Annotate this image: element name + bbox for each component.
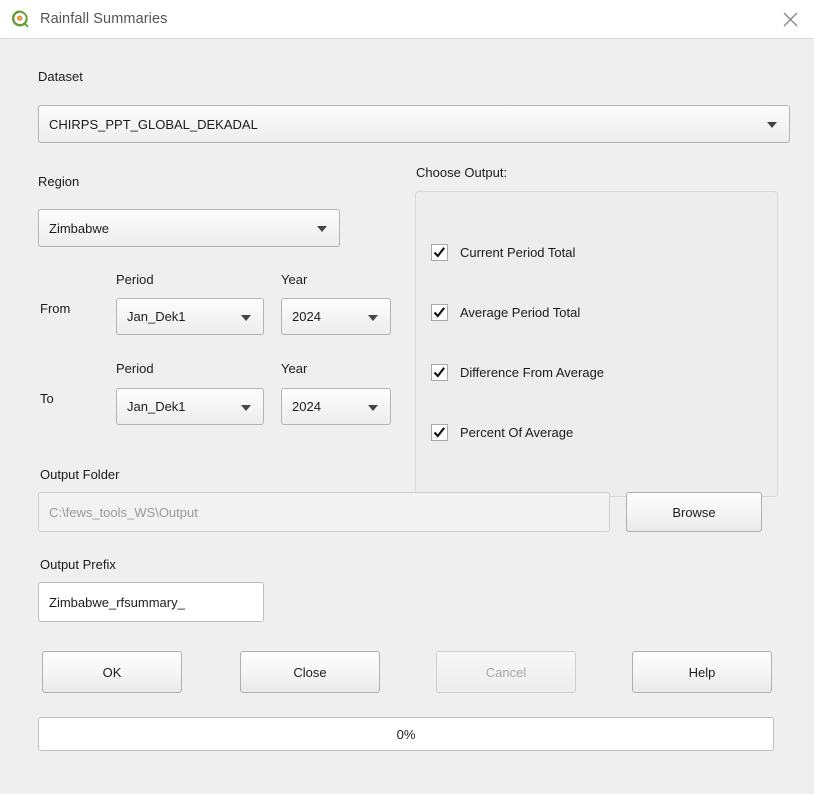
chevron-down-icon bbox=[317, 226, 327, 232]
help-button[interactable]: Help bbox=[632, 651, 772, 693]
checkbox-difference-from-average[interactable] bbox=[431, 364, 448, 381]
region-value: Zimbabwe bbox=[39, 221, 109, 236]
chevron-down-icon bbox=[368, 405, 378, 411]
browse-button[interactable]: Browse bbox=[626, 492, 762, 532]
from-period-header: Period bbox=[116, 272, 154, 287]
to-period-header: Period bbox=[116, 361, 154, 376]
to-period-combobox[interactable]: Jan_Dek1 bbox=[116, 388, 264, 425]
output-prefix-input[interactable]: Zimbabwe_rfsummary_ bbox=[38, 582, 264, 622]
output-folder-input[interactable]: C:\fews_tools_WS\Output bbox=[38, 492, 610, 532]
check-icon bbox=[433, 426, 446, 439]
output-folder-value: C:\fews_tools_WS\Output bbox=[39, 505, 198, 520]
checkbox-row-average-period-total[interactable]: Average Period Total bbox=[431, 304, 580, 321]
output-folder-label: Output Folder bbox=[40, 467, 120, 482]
dataset-combobox[interactable]: CHIRPS_PPT_GLOBAL_DEKADAL bbox=[38, 105, 790, 143]
to-year-header: Year bbox=[281, 361, 307, 376]
cancel-button: Cancel bbox=[436, 651, 576, 693]
ok-button[interactable]: OK bbox=[42, 651, 182, 693]
dataset-label: Dataset bbox=[38, 69, 83, 84]
check-icon bbox=[433, 366, 446, 379]
output-prefix-value: Zimbabwe_rfsummary_ bbox=[39, 595, 185, 610]
to-year-value: 2024 bbox=[282, 399, 321, 414]
window-titlebar: Rainfall Summaries bbox=[0, 0, 814, 39]
from-year-value: 2024 bbox=[282, 309, 321, 324]
checkbox-label-current-period-total: Current Period Total bbox=[460, 245, 575, 260]
close-button[interactable]: Close bbox=[240, 651, 380, 693]
checkbox-current-period-total[interactable] bbox=[431, 244, 448, 261]
checkbox-percent-of-average[interactable] bbox=[431, 424, 448, 441]
checkbox-row-percent-of-average[interactable]: Percent Of Average bbox=[431, 424, 573, 441]
from-year-combobox[interactable]: 2024 bbox=[281, 298, 391, 335]
dialog-body: Dataset CHIRPS_PPT_GLOBAL_DEKADAL Region… bbox=[0, 39, 814, 794]
choose-output-title: Choose Output: bbox=[416, 165, 507, 180]
checkbox-label-difference-from-average: Difference From Average bbox=[460, 365, 604, 380]
from-label: From bbox=[40, 301, 70, 316]
choose-output-groupbox: Current Period Total Average Period Tota… bbox=[415, 191, 778, 497]
to-label: To bbox=[40, 391, 54, 406]
region-combobox[interactable]: Zimbabwe bbox=[38, 209, 340, 247]
check-icon bbox=[433, 306, 446, 319]
from-period-combobox[interactable]: Jan_Dek1 bbox=[116, 298, 264, 335]
chevron-down-icon bbox=[767, 122, 777, 128]
from-period-value: Jan_Dek1 bbox=[117, 309, 186, 324]
chevron-down-icon bbox=[241, 405, 251, 411]
window-title: Rainfall Summaries bbox=[40, 11, 168, 27]
to-period-value: Jan_Dek1 bbox=[117, 399, 186, 414]
qgis-logo-icon bbox=[10, 9, 30, 29]
chevron-down-icon bbox=[368, 315, 378, 321]
checkbox-average-period-total[interactable] bbox=[431, 304, 448, 321]
close-icon[interactable] bbox=[774, 4, 806, 34]
dataset-value: CHIRPS_PPT_GLOBAL_DEKADAL bbox=[39, 117, 258, 132]
close-glyph bbox=[782, 11, 799, 28]
region-label: Region bbox=[38, 174, 79, 189]
chevron-down-icon bbox=[241, 315, 251, 321]
progress-bar: 0% bbox=[38, 717, 774, 751]
checkbox-row-difference-from-average[interactable]: Difference From Average bbox=[431, 364, 604, 381]
to-year-combobox[interactable]: 2024 bbox=[281, 388, 391, 425]
checkbox-label-percent-of-average: Percent Of Average bbox=[460, 425, 573, 440]
checkbox-label-average-period-total: Average Period Total bbox=[460, 305, 580, 320]
checkbox-row-current-period-total[interactable]: Current Period Total bbox=[431, 244, 575, 261]
output-prefix-label: Output Prefix bbox=[40, 557, 116, 572]
progress-bar-text: 0% bbox=[397, 727, 416, 742]
check-icon bbox=[433, 246, 446, 259]
from-year-header: Year bbox=[281, 272, 307, 287]
